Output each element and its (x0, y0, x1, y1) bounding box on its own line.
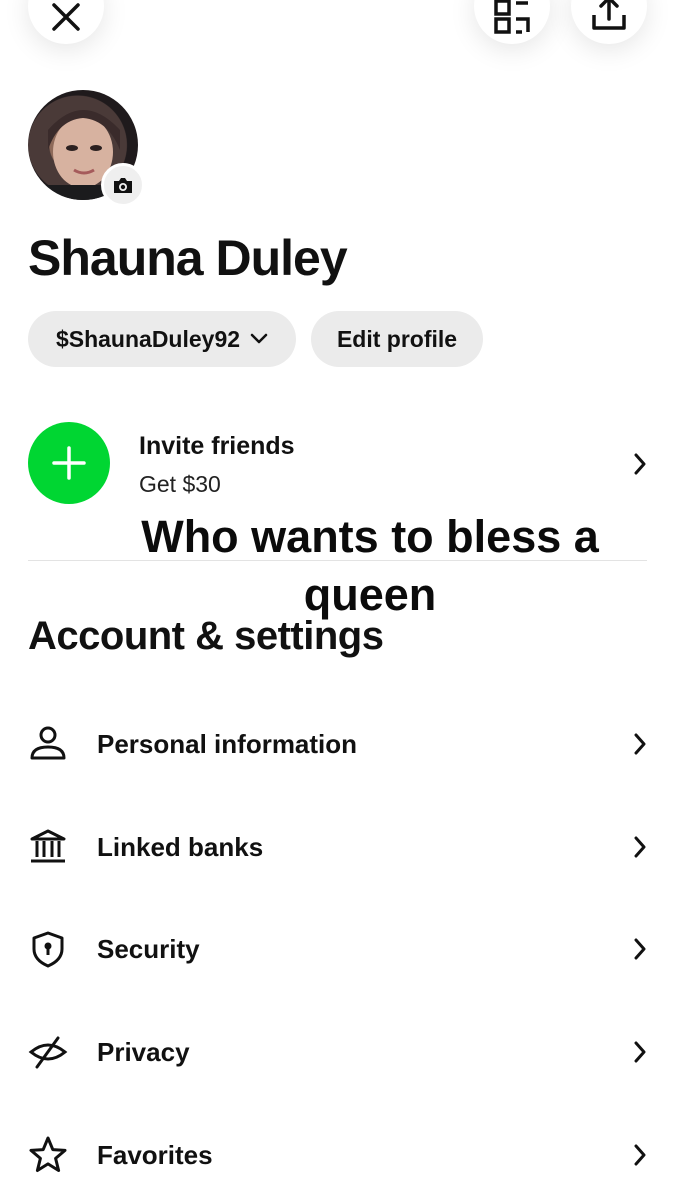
camera-icon (114, 178, 132, 193)
settings-item-personal-information[interactable]: Personal information (0, 709, 675, 779)
person-icon (30, 726, 66, 760)
share-icon (592, 0, 626, 30)
chevron-right-icon (634, 453, 646, 475)
settings-item-label: Privacy (97, 1037, 190, 1067)
overlay-caption-line1: Who wants to bless a (141, 511, 599, 562)
invite-subtitle: Get $30 (139, 471, 221, 497)
invite-plus-badge (28, 422, 110, 504)
edit-profile-label: Edit profile (336, 325, 458, 352)
invite-title: Invite friends (139, 432, 295, 460)
plus-icon (52, 446, 86, 480)
bank-icon (30, 829, 66, 863)
settings-item-label: Favorites (97, 1140, 213, 1170)
close-button[interactable] (28, 0, 104, 44)
qr-scan-button[interactable] (474, 0, 550, 44)
settings-item-linked-banks[interactable]: Linked banks (0, 812, 675, 882)
section-title: Account & settings (28, 614, 384, 658)
star-icon (29, 1136, 67, 1172)
eye-slash-icon (28, 1036, 68, 1069)
cashtag-label: $ShaunaDuley92 (55, 325, 241, 352)
edit-profile-button[interactable]: Edit profile (311, 311, 483, 367)
change-photo-button[interactable] (101, 163, 145, 207)
share-button[interactable] (571, 0, 647, 44)
profile-name: Shauna Duley (28, 230, 348, 286)
chevron-right-icon (634, 733, 646, 755)
settings-item-privacy[interactable]: Privacy (0, 1017, 675, 1087)
cashtag-button[interactable]: $ShaunaDuley92 (28, 311, 296, 367)
settings-item-label: Linked banks (97, 832, 264, 862)
chevron-right-icon (634, 1144, 646, 1166)
qr-code-icon (494, 0, 530, 34)
settings-item-security[interactable]: Security (0, 914, 675, 984)
settings-item-label: Security (97, 934, 200, 964)
chevron-right-icon (634, 1041, 646, 1063)
shield-lock-icon (32, 931, 64, 968)
chevron-right-icon (634, 836, 646, 858)
settings-item-label: Personal information (97, 729, 358, 759)
close-icon (52, 3, 80, 31)
settings-item-favorites[interactable]: Favorites (0, 1120, 675, 1190)
chevron-right-icon (634, 938, 646, 960)
chevron-down-icon (250, 333, 268, 344)
